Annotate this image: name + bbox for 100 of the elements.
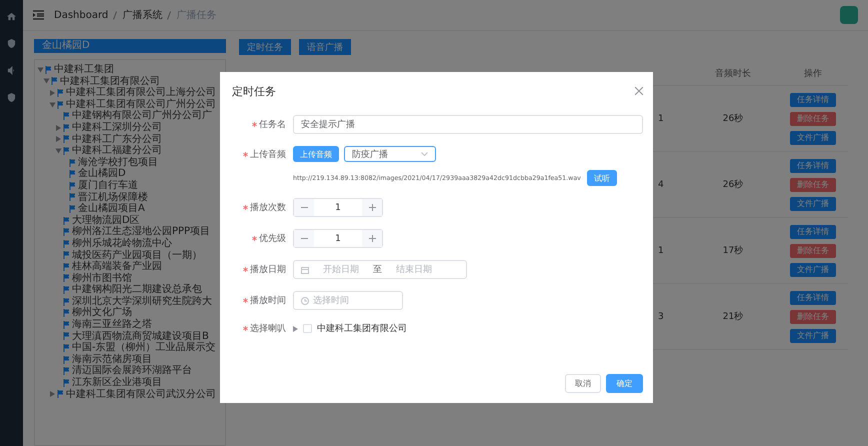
listen-button[interactable]: 试听	[586, 170, 617, 186]
priority-stepper[interactable]: 1	[293, 229, 383, 248]
action-button[interactable]: 文件广播	[790, 262, 836, 276]
tree-item[interactable]: 柳州洛江生态湿地公园PPP项目	[72, 226, 210, 238]
caret-icon[interactable]	[50, 90, 55, 96]
caret-icon[interactable]	[50, 102, 56, 108]
tree-item[interactable]: 城投医药产业园项目（一期）	[72, 250, 202, 262]
upload-button[interactable]: 上传音频	[293, 146, 339, 162]
time-placeholder: 选择时间	[313, 294, 349, 307]
cancel-button[interactable]: 取消	[565, 374, 601, 393]
table-cell: 1	[658, 246, 664, 256]
speaker-icon[interactable]	[7, 66, 16, 75]
tree-item[interactable]: 大理物流园D区	[72, 214, 140, 226]
play-count-stepper[interactable]: 1	[293, 198, 383, 217]
action-button[interactable]: 删除任务	[790, 244, 836, 258]
tree-item[interactable]: 金山橘园D	[78, 168, 126, 180]
table-cell: 3	[658, 312, 664, 322]
range-separator: 至	[373, 264, 382, 276]
tree-item[interactable]: 中建科工集团有限公司	[60, 76, 160, 88]
tree-item[interactable]: 柳州文化广场	[72, 307, 132, 320]
avatar[interactable]	[840, 6, 858, 24]
tree-item[interactable]: 中建科工集团有限公司广州分公司	[66, 98, 216, 110]
caret-icon[interactable]	[56, 148, 62, 154]
flag-icon	[63, 309, 69, 318]
action-button[interactable]: 任务详情	[790, 224, 836, 238]
confirm-button[interactable]: 确定	[606, 374, 643, 393]
action-button[interactable]: 文件广播	[790, 328, 836, 342]
action-button[interactable]: 删除任务	[790, 310, 836, 324]
breadcrumb-item[interactable]: Dashboard	[54, 10, 108, 20]
action-button[interactable]: 任务详情	[790, 158, 836, 172]
toolbar-button[interactable]: 定时任务	[239, 39, 291, 55]
table-cell: 1	[658, 114, 664, 124]
tree-item[interactable]: 柳州乐城花岭物流中心	[72, 238, 172, 250]
field-label: 任务名	[259, 118, 286, 131]
tree-item[interactable]: 大理滇西物流商贸城建设项目B	[72, 330, 209, 342]
start-date-placeholder: 开始日期	[323, 264, 359, 276]
caret-icon[interactable]	[44, 78, 50, 84]
dialog-title: 定时任务	[232, 84, 276, 98]
action-button[interactable]: 任务详情	[790, 92, 836, 106]
shield-icon[interactable]	[7, 93, 16, 102]
tree-item[interactable]: 中建钢构有限公司广州分公司广	[72, 110, 212, 122]
column-header: 操作	[804, 68, 822, 80]
tree-item[interactable]: 金山橘园项目A	[78, 203, 145, 215]
action-button[interactable]: 删除任务	[790, 112, 836, 126]
breadcrumb-item[interactable]: 广播系统	[122, 8, 162, 22]
project-select[interactable]: 金山橘园D	[34, 39, 226, 53]
tree-item[interactable]: 海沧学校打包项目	[78, 156, 158, 168]
tree-item[interactable]: 江东新区企业港项目	[72, 377, 162, 389]
action-button[interactable]: 文件广播	[790, 196, 836, 210]
caret-icon[interactable]	[50, 391, 55, 398]
plus-button[interactable]	[362, 230, 382, 247]
audio-select[interactable]: 防疫广播	[344, 146, 436, 162]
tree-item[interactable]: 柳州市图书馆	[72, 272, 132, 284]
caret-icon[interactable]	[56, 136, 61, 142]
column-header: 音频时长	[715, 68, 751, 80]
flag-icon	[69, 204, 75, 213]
tree-item[interactable]: 清迈国际会展跨环湖路平台	[72, 365, 192, 378]
tree-item[interactable]: 中国-东盟（柳州）工业品展示交	[72, 342, 216, 354]
tree-item[interactable]: 中建科工福建分公司	[72, 145, 162, 157]
toolbar-button[interactable]: 语音广播	[299, 39, 351, 55]
tree-item[interactable]: 中建钢构阳光二期建设总承包	[72, 284, 202, 296]
table-cell: 4	[658, 180, 664, 190]
action-button[interactable]: 删除任务	[790, 178, 836, 192]
tree-item[interactable]: 海南三亚丝路之塔	[72, 319, 152, 331]
tree-item[interactable]: 桂林高端装备产业园	[72, 261, 162, 273]
task-name-field[interactable]: 安全提示广播	[293, 115, 643, 134]
caret-icon[interactable]	[56, 124, 61, 131]
flag-icon	[63, 240, 69, 248]
shield-icon[interactable]	[7, 39, 16, 48]
minus-button[interactable]	[294, 199, 314, 216]
caret-icon[interactable]	[293, 326, 298, 332]
tree-item[interactable]: 深圳北京大学深圳研究生院跨大	[72, 296, 212, 308]
tree-item[interactable]: 海南示范储房项目	[72, 354, 152, 366]
tree-item[interactable]: 中建科工深圳分公司	[72, 122, 162, 134]
tree-item[interactable]: 中建科工集团有限公司	[317, 322, 407, 335]
table-cell-text: 17秒	[722, 244, 744, 257]
plus-button[interactable]	[362, 199, 382, 216]
flag-icon	[45, 66, 51, 74]
flag-icon	[69, 193, 75, 202]
flag-icon	[63, 262, 69, 271]
checkbox[interactable]	[303, 324, 312, 333]
tree-item[interactable]: 中建科工集团有限公司武汉分公司	[66, 388, 216, 400]
home-icon[interactable]	[7, 12, 16, 21]
flag-icon	[63, 228, 69, 236]
menu-icon[interactable]	[33, 10, 44, 20]
tree-item[interactable]: 厦门自行车道	[78, 180, 138, 192]
tree-item[interactable]: 中建科工广东分公司	[72, 134, 162, 146]
table-cell-text: 21秒	[722, 310, 744, 323]
minus-button[interactable]	[294, 230, 314, 247]
caret-icon[interactable]	[38, 67, 44, 72]
calendar-icon	[301, 266, 309, 274]
action-button[interactable]: 任务详情	[790, 290, 836, 304]
field-label: 优先级	[259, 232, 286, 245]
close-icon[interactable]	[635, 87, 643, 95]
tree-item[interactable]: 中建科工集团有限公司上海分公司	[66, 87, 216, 99]
date-range-field[interactable]: 开始日期 至 结束日期	[293, 260, 467, 279]
tree-item[interactable]: 晋江机场保障楼	[78, 192, 148, 204]
tree-item[interactable]: 中建科工集团	[54, 64, 114, 76]
action-button[interactable]: 文件广播	[790, 130, 836, 144]
flag-icon	[57, 88, 63, 97]
